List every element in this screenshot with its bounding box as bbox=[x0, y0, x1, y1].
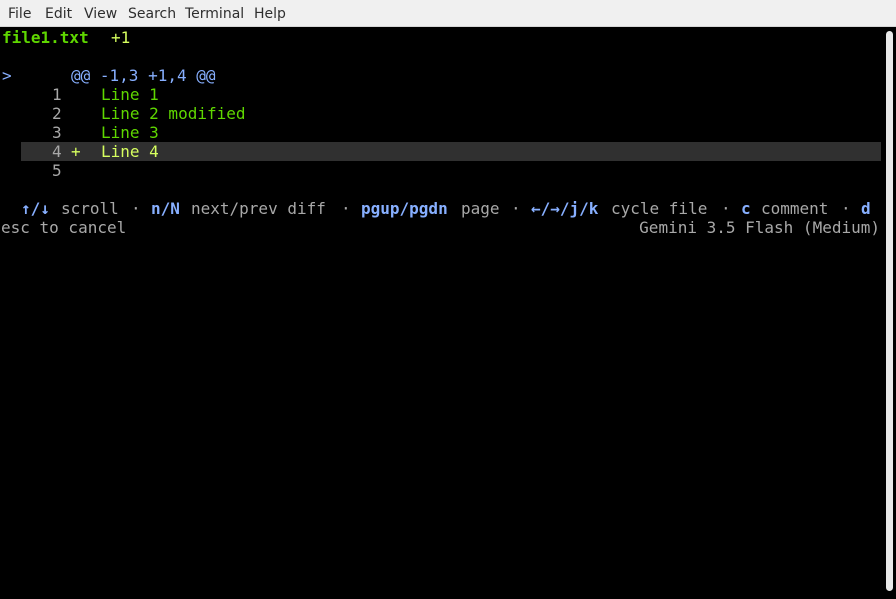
hunk-header-row[interactable]: > @@ -1,3 +1,4 @@ bbox=[0, 66, 216, 85]
cursor-indicator: > bbox=[2, 66, 12, 85]
page-label: page bbox=[461, 199, 500, 218]
scrollbar[interactable] bbox=[881, 27, 896, 599]
d-key: d bbox=[861, 199, 871, 218]
separator: · bbox=[511, 199, 521, 218]
page-key: pgup/pgdn bbox=[361, 199, 448, 218]
terminal-view[interactable]: file1.txt +1 > @@ -1,3 +1,4 @@ 1 Line 1 … bbox=[0, 27, 881, 599]
diff-line[interactable]: 5 bbox=[0, 161, 881, 180]
cancel-hint: esc to cancel bbox=[1, 218, 127, 237]
separator: · bbox=[131, 199, 141, 218]
menu-bar: File Edit View Search Terminal Help bbox=[0, 0, 896, 27]
menu-terminal[interactable]: Terminal bbox=[185, 5, 244, 23]
cycle-label: cycle file bbox=[611, 199, 708, 218]
next-prev-label: next/prev diff bbox=[191, 199, 326, 218]
menu-edit[interactable]: Edit bbox=[45, 5, 72, 23]
scroll-label: scroll bbox=[61, 199, 119, 218]
line-number: 4 bbox=[52, 142, 62, 161]
line-number: 3 bbox=[52, 123, 62, 142]
file-name: file1.txt bbox=[2, 28, 89, 47]
diff-line[interactable]: 2 Line 2 modified bbox=[0, 104, 881, 123]
line-number: 2 bbox=[52, 104, 62, 123]
scrollbar-thumb[interactable] bbox=[886, 31, 893, 591]
line-number: 5 bbox=[52, 161, 62, 180]
separator: · bbox=[841, 199, 851, 218]
comment-key: c bbox=[741, 199, 751, 218]
cycle-key: ←/→/j/k bbox=[531, 199, 599, 218]
model-name: Gemini 3.5 Flash (Medium) bbox=[639, 218, 880, 237]
hunk-header: @@ -1,3 +1,4 @@ bbox=[71, 66, 216, 85]
menu-search[interactable]: Search bbox=[128, 5, 176, 23]
next-prev-key: n/N bbox=[151, 199, 180, 218]
line-text: Line 1 bbox=[101, 85, 159, 104]
comment-label: comment bbox=[761, 199, 829, 218]
status-line: esc to cancel Gemini 3.5 Flash (Medium) bbox=[0, 218, 881, 237]
added-marker: + bbox=[71, 142, 81, 161]
scroll-key: ↑/↓ bbox=[21, 199, 50, 218]
menu-view[interactable]: View bbox=[84, 5, 117, 23]
separator: · bbox=[721, 199, 731, 218]
diff-line[interactable]: 3 Line 3 bbox=[0, 123, 881, 142]
menu-file[interactable]: File bbox=[8, 5, 31, 23]
line-text: Line 2 modified bbox=[101, 104, 246, 123]
line-number: 1 bbox=[52, 85, 62, 104]
change-count-badge: +1 bbox=[111, 28, 131, 47]
line-text: Line 4 bbox=[101, 142, 159, 161]
diff-line-added[interactable]: 4 + Line 4 bbox=[0, 142, 881, 161]
menu-help[interactable]: Help bbox=[254, 5, 286, 23]
keybinding-help: ↑/↓ scroll · n/N next/prev diff · pgup/p… bbox=[0, 199, 881, 218]
diff-header: file1.txt +1 bbox=[0, 28, 130, 47]
diff-line[interactable]: 1 Line 1 bbox=[0, 85, 881, 104]
separator: · bbox=[341, 199, 351, 218]
line-text: Line 3 bbox=[101, 123, 159, 142]
